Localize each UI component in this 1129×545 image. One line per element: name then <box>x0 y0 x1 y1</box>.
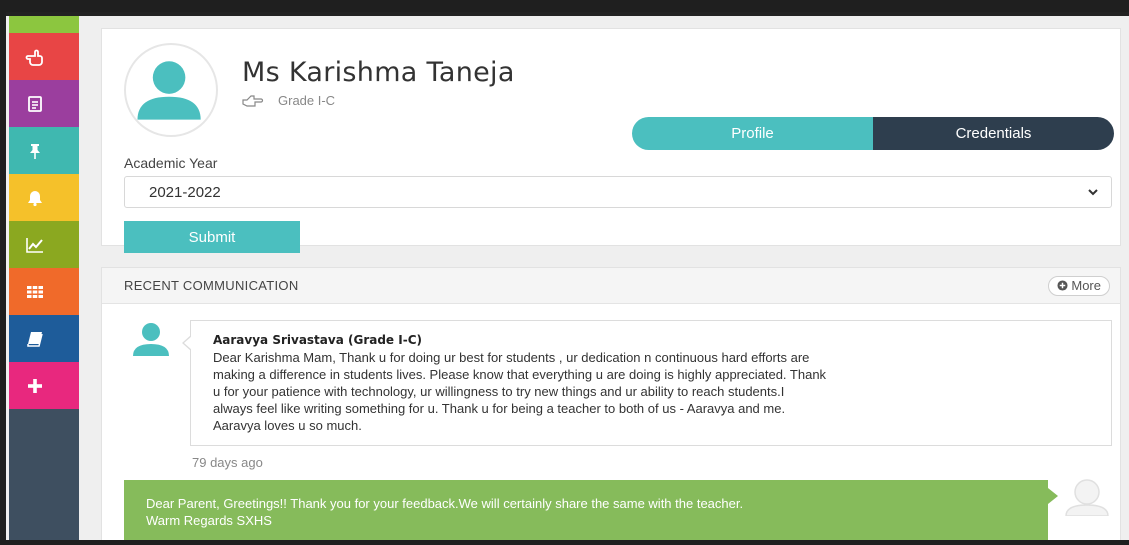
sidebar-item-books[interactable] <box>9 315 79 362</box>
user-avatar-icon <box>137 61 201 120</box>
app-frame: Ms Karishma Taneja Grade I-C Profile Cre… <box>6 12 1129 540</box>
pin-icon <box>30 143 40 159</box>
tab-credentials[interactable]: Credentials <box>873 117 1114 150</box>
reply-bubble: Dear Parent, Greetings!! Thank you for y… <box>124 480 1058 540</box>
document-icon <box>28 95 42 112</box>
sidebar-item-pinboard[interactable] <box>9 127 79 174</box>
sender-avatar <box>128 320 174 356</box>
top-band <box>6 12 1129 16</box>
message-line: Aaravya loves u so much. <box>213 418 362 433</box>
sidebar <box>9 16 79 540</box>
bell-icon <box>28 190 42 206</box>
grade-label: Grade I-C <box>278 93 336 108</box>
sidebar-item-notifications[interactable] <box>9 174 79 221</box>
sidebar-top-accent <box>9 16 79 33</box>
academic-year-label: Academic Year <box>124 155 218 171</box>
message-sender: Aaravya Srivastava (Grade I-C) <box>213 333 422 347</box>
academic-year-value: 2021-2022 <box>149 183 221 201</box>
book-icon <box>27 331 43 347</box>
communication-title: RECENT COMMUNICATION <box>124 278 299 293</box>
plus-circle-icon <box>1057 280 1068 291</box>
user-avatar-outline-icon <box>1065 479 1109 516</box>
message-text: Dear Karishma Mam, Thank u for doing ur … <box>213 349 1095 434</box>
message-timestamp: 79 days ago <box>192 455 263 470</box>
pointing-hand-outline-icon <box>242 94 264 107</box>
chart-line-icon <box>26 237 43 253</box>
sidebar-item-progress[interactable] <box>9 221 79 268</box>
grid-icon <box>27 285 43 298</box>
school-avatar <box>1060 476 1114 516</box>
more-label: More <box>1071 278 1101 293</box>
sidebar-item-attendance[interactable] <box>9 33 79 80</box>
tab-profile[interactable]: Profile <box>632 117 873 150</box>
message-line: Dear Karishma Mam, Thank u for doing ur … <box>213 350 810 365</box>
user-avatar-icon <box>133 323 169 356</box>
communication-card: RECENT COMMUNICATION More Aaravya Srivas… <box>101 267 1121 540</box>
pointing-hand-icon <box>25 49 43 66</box>
sidebar-item-documents[interactable] <box>9 80 79 127</box>
more-button[interactable]: More <box>1048 275 1110 296</box>
reply-line: Dear Parent, Greetings!! Thank you for y… <box>146 496 744 511</box>
teacher-name: Ms Karishma Taneja <box>242 57 515 88</box>
academic-year-select[interactable]: 2021-2022 <box>124 176 1112 208</box>
profile-card: Ms Karishma Taneja Grade I-C Profile Cre… <box>101 28 1121 253</box>
sidebar-item-add[interactable] <box>9 362 79 409</box>
submit-button[interactable]: Submit <box>124 221 300 253</box>
profile-tabs: Profile Credentials <box>632 117 1114 150</box>
chevron-down-icon <box>1088 189 1098 196</box>
plus-icon <box>28 378 42 393</box>
message-bubble: Aaravya Srivastava (Grade I-C) Dear Kari… <box>182 320 1112 446</box>
sidebar-item-timetable[interactable] <box>9 268 79 315</box>
message-line: u for your patience with technology, ur … <box>213 384 785 399</box>
reply-line: Warm Regards SXHS <box>146 513 272 528</box>
message-line: making a difference in students lives. P… <box>213 367 827 382</box>
message-line: always feel like writing something for u… <box>213 401 786 416</box>
avatar <box>124 43 218 137</box>
grade-row: Grade I-C <box>242 93 335 108</box>
communication-header: RECENT COMMUNICATION More <box>102 268 1120 304</box>
